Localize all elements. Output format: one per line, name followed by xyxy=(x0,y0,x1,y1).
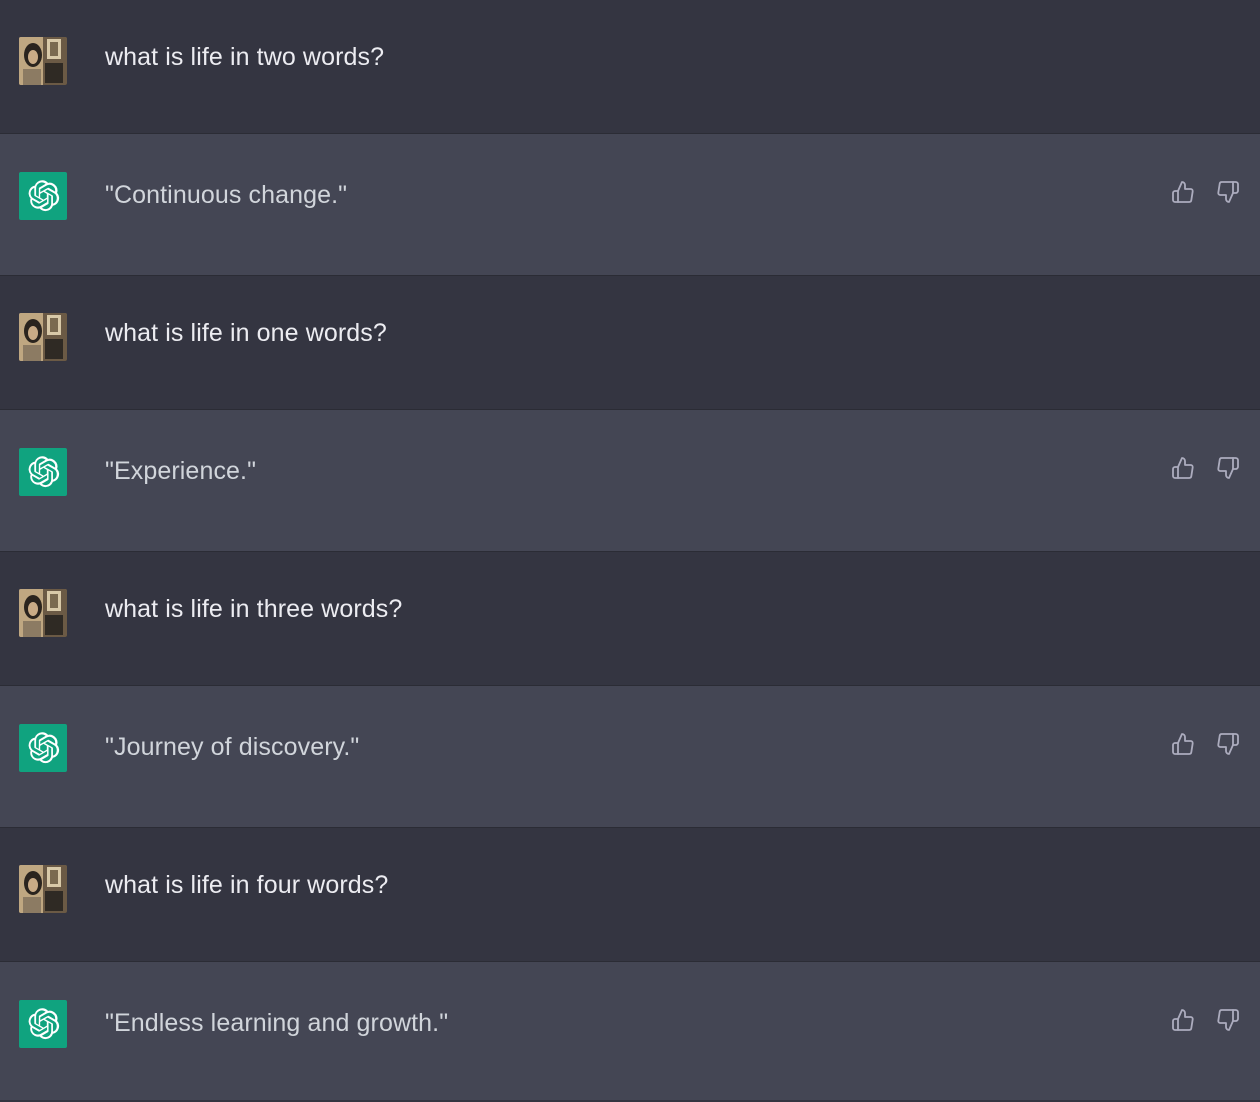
openai-logo-icon xyxy=(19,172,67,220)
user-avatar xyxy=(19,37,67,85)
feedback-buttons xyxy=(1170,178,1240,206)
user-message: what is life in four words? xyxy=(0,828,1260,962)
chat-thread: what is life in two words? "Continuous c… xyxy=(0,0,1260,1102)
thumbs-up-icon[interactable] xyxy=(1170,730,1195,758)
assistant-message: "Journey of discovery." xyxy=(0,686,1260,828)
message-text: "Experience." xyxy=(105,457,257,485)
thumbs-up-icon[interactable] xyxy=(1170,454,1195,482)
message-text: "Continuous change." xyxy=(105,181,348,209)
user-avatar xyxy=(19,313,67,361)
thumbs-down-icon[interactable] xyxy=(1215,1006,1240,1034)
user-message: what is life in three words? xyxy=(0,552,1260,686)
message-text: "Journey of discovery." xyxy=(105,733,360,761)
assistant-message: "Endless learning and growth." xyxy=(0,962,1260,1100)
thumbs-up-icon[interactable] xyxy=(1170,178,1195,206)
openai-logo-icon xyxy=(19,448,67,496)
thumbs-down-icon[interactable] xyxy=(1215,178,1240,206)
message-text: "Endless learning and growth." xyxy=(105,1009,449,1037)
message-text: what is life in three words? xyxy=(105,595,403,623)
user-avatar xyxy=(19,589,67,637)
user-message: what is life in one words? xyxy=(0,276,1260,410)
assistant-message: "Experience." xyxy=(0,410,1260,552)
feedback-buttons xyxy=(1170,730,1240,758)
message-text: what is life in one words? xyxy=(105,319,387,347)
thumbs-up-icon[interactable] xyxy=(1170,1006,1195,1034)
openai-logo-icon xyxy=(19,1000,67,1048)
thumbs-down-icon[interactable] xyxy=(1215,454,1240,482)
user-avatar xyxy=(19,865,67,913)
thumbs-down-icon[interactable] xyxy=(1215,730,1240,758)
feedback-buttons xyxy=(1170,454,1240,482)
message-text: what is life in four words? xyxy=(105,871,389,899)
message-text: what is life in two words? xyxy=(105,43,385,71)
assistant-message: "Continuous change." xyxy=(0,134,1260,276)
openai-logo-icon xyxy=(19,724,67,772)
user-message: what is life in two words? xyxy=(0,0,1260,134)
feedback-buttons xyxy=(1170,1006,1240,1034)
